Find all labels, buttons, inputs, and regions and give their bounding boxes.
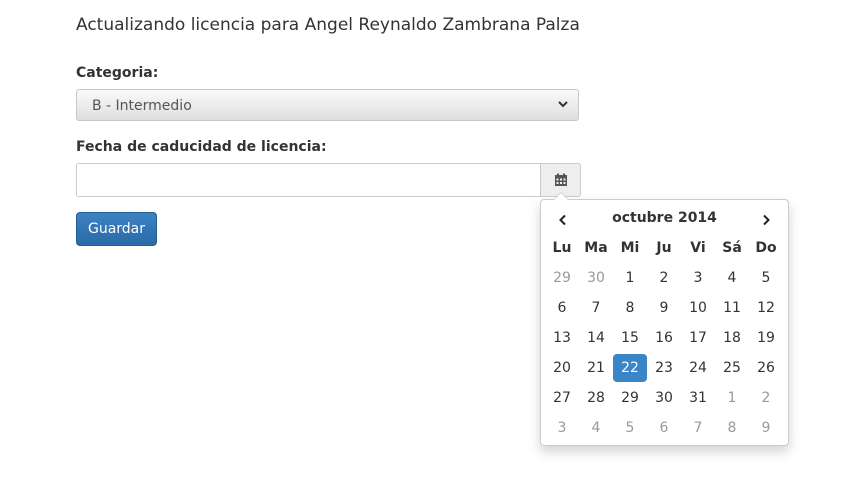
save-button[interactable]: Guardar — [76, 212, 157, 246]
weekday-header: Ju — [656, 240, 672, 256]
calendar-day[interactable]: 10 — [681, 294, 715, 322]
calendar-day-selected[interactable]: 22 — [613, 354, 647, 382]
calendar-day[interactable]: 19 — [749, 324, 783, 352]
calendar-day[interactable]: 9 — [647, 294, 681, 322]
calendar-day[interactable]: 26 — [749, 354, 783, 382]
calendar-day[interactable]: 23 — [647, 354, 681, 382]
calendar-day[interactable]: 4 — [579, 414, 613, 442]
calendar-day[interactable]: 2 — [647, 264, 681, 292]
calendar-day[interactable]: 17 — [681, 324, 715, 352]
calendar-day[interactable]: 31 — [681, 384, 715, 412]
expiry-date-input[interactable] — [76, 163, 541, 197]
next-month-button[interactable] — [751, 205, 781, 235]
weekday-header: Vi — [690, 240, 706, 256]
calendar-day[interactable]: 29 — [545, 264, 579, 292]
calendar-day[interactable]: 5 — [749, 264, 783, 292]
datepicker-popup: octubre 2014 Lu Ma Mi Ju Vi Sá Do 29 30 1 2 3 4 5 6 7 8 9… — [540, 192, 789, 446]
chevron-down-icon — [558, 101, 568, 108]
chevron-right-icon — [763, 214, 770, 226]
calendar-icon — [555, 173, 567, 186]
calendar-day[interactable]: 7 — [579, 294, 613, 322]
calendar-day[interactable]: 6 — [545, 294, 579, 322]
category-label: Categoria: — [76, 65, 159, 81]
category-select[interactable]: B - Intermedio — [76, 89, 579, 121]
calendar-day[interactable]: 29 — [613, 384, 647, 412]
calendar-day[interactable]: 25 — [715, 354, 749, 382]
calendar-day[interactable]: 1 — [715, 384, 749, 412]
calendar-day[interactable]: 2 — [749, 384, 783, 412]
calendar-grid: Lu Ma Mi Ju Vi Sá Do 29 30 1 2 3 4 5 6 7 8 9 10 11 12 13 14 15 1… — [545, 233, 783, 443]
calendar-day[interactable]: 18 — [715, 324, 749, 352]
calendar-day[interactable]: 21 — [579, 354, 613, 382]
calendar-day[interactable]: 5 — [613, 414, 647, 442]
calendar-day[interactable]: 12 — [749, 294, 783, 322]
expiry-label: Fecha de caducidad de licencia: — [76, 139, 327, 155]
datepicker-header: octubre 2014 — [541, 205, 788, 235]
calendar-day[interactable]: 9 — [749, 414, 783, 442]
popup-arrow-inner — [554, 193, 568, 200]
chevron-left-icon — [559, 214, 566, 226]
prev-month-button[interactable] — [548, 205, 578, 235]
calendar-day[interactable]: 30 — [647, 384, 681, 412]
weekday-header: Ma — [584, 240, 608, 256]
calendar-day[interactable]: 3 — [681, 264, 715, 292]
weekday-header: Do — [755, 240, 777, 256]
calendar-day[interactable]: 14 — [579, 324, 613, 352]
calendar-day[interactable]: 7 — [681, 414, 715, 442]
calendar-day[interactable]: 11 — [715, 294, 749, 322]
calendar-day[interactable]: 3 — [545, 414, 579, 442]
calendar-day[interactable]: 30 — [579, 264, 613, 292]
calendar-day[interactable]: 8 — [715, 414, 749, 442]
calendar-day[interactable]: 24 — [681, 354, 715, 382]
weekday-header: Mi — [620, 240, 640, 256]
calendar-day[interactable]: 6 — [647, 414, 681, 442]
calendar-day[interactable]: 28 — [579, 384, 613, 412]
calendar-day[interactable]: 15 — [613, 324, 647, 352]
category-selected-value: B - Intermedio — [92, 98, 192, 114]
page-title: Actualizando licencia para Angel Reynald… — [76, 15, 580, 35]
weekday-header: Sá — [722, 240, 742, 256]
weekday-header: Lu — [552, 240, 572, 256]
calendar-day[interactable]: 1 — [613, 264, 647, 292]
calendar-day[interactable]: 20 — [545, 354, 579, 382]
calendar-day[interactable]: 16 — [647, 324, 681, 352]
calendar-day[interactable]: 8 — [613, 294, 647, 322]
calendar-day[interactable]: 27 — [545, 384, 579, 412]
calendar-day[interactable]: 4 — [715, 264, 749, 292]
expiry-date-group — [76, 163, 581, 197]
month-year-label[interactable]: octubre 2014 — [581, 210, 748, 226]
calendar-day[interactable]: 13 — [545, 324, 579, 352]
